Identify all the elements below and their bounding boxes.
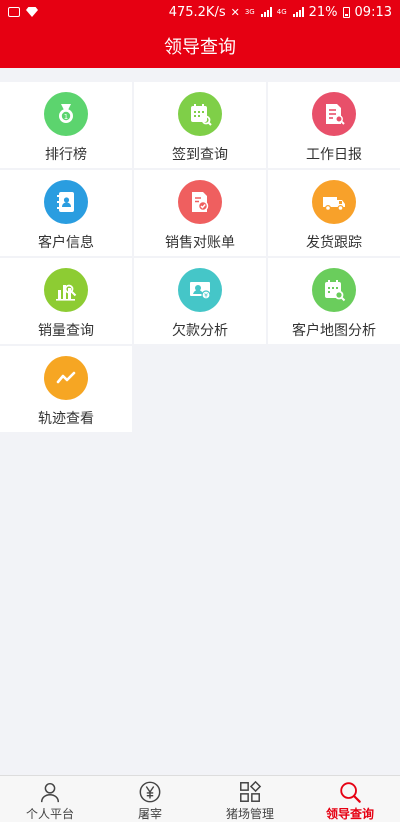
contacts-book-icon — [44, 180, 88, 224]
status-bar: 475.2K/s ✕ 3G 4G 21% 09:13 — [0, 0, 400, 24]
menu-label: 客户信息 — [38, 235, 94, 251]
menu-item-checkin-query[interactable]: 签到查询 — [134, 82, 266, 168]
tab-leader-query[interactable]: 领导查询 — [300, 776, 400, 822]
menu-item-debt-analysis[interactable]: ¥ 欠款分析 — [134, 258, 266, 344]
menu-label: 销量查询 — [38, 323, 94, 339]
report-icon — [312, 92, 356, 136]
page-title: 领导查询 — [164, 37, 236, 58]
title-bar: 领导查询 — [0, 24, 400, 68]
menu-label: 欠款分析 — [172, 323, 228, 339]
clock: 09:13 — [354, 4, 392, 20]
menu-label: 客户地图分析 — [292, 323, 376, 339]
menu-item-daily-report[interactable]: 工作日报 — [268, 82, 400, 168]
tab-label: 领导查询 — [325, 807, 374, 821]
menu-label: 轨迹查看 — [38, 411, 94, 427]
tab-pig-farm-management[interactable]: 猪场管理 — [200, 776, 300, 822]
sales-chart-icon — [44, 268, 88, 312]
menu-label: 发货跟踪 — [306, 235, 362, 251]
menu-label: 签到查询 — [172, 147, 228, 163]
battery-icon — [342, 6, 350, 18]
menu-item-customer-info[interactable]: 客户信息 — [0, 170, 132, 256]
menu-item-sales-volume[interactable]: 销量查询 — [0, 258, 132, 344]
calendar-search-icon — [178, 92, 222, 136]
tab-slaughter[interactable]: 屠宰 — [100, 776, 200, 822]
medal-icon: 1 — [44, 92, 88, 136]
menu-item-sales-statement[interactable]: 销售对账单 — [134, 170, 266, 256]
map-analysis-icon — [312, 268, 356, 312]
battery-percent: 21% — [308, 4, 338, 20]
menu-label: 排行榜 — [45, 147, 87, 163]
yen-icon — [139, 781, 161, 803]
truck-icon — [312, 180, 356, 224]
trend-icon — [44, 356, 88, 400]
tab-label: 屠宰 — [137, 807, 162, 821]
image-notification-icon — [8, 7, 20, 17]
person-icon — [40, 782, 60, 803]
search-icon — [340, 782, 361, 803]
bottom-tab-bar: 个人平台 屠宰 猪场管理 领导查询 — [0, 775, 400, 822]
menu-item-customer-map-analysis[interactable]: 客户地图分析 — [268, 258, 400, 344]
tab-personal-platform[interactable]: 个人平台 — [0, 776, 100, 822]
menu-label: 销售对账单 — [165, 235, 235, 251]
apps-icon — [240, 780, 262, 802]
signal-1-icon — [260, 7, 272, 17]
network-speed: 475.2K/s — [168, 4, 226, 20]
menu-item-shipment-tracking[interactable]: 发货跟踪 — [268, 170, 400, 256]
statement-icon — [178, 180, 222, 224]
tab-label: 猪场管理 — [225, 807, 274, 821]
signal-1-label: 3G — [244, 7, 255, 16]
mute-icon: ✕ — [230, 5, 240, 19]
menu-item-track-view[interactable]: 轨迹查看 — [0, 346, 132, 432]
signal-2-icon — [292, 7, 304, 17]
svg-text:¥: ¥ — [204, 293, 208, 300]
menu-label: 工作日报 — [306, 147, 362, 163]
menu-item-ranking[interactable]: 1 排行榜 — [0, 82, 132, 168]
tab-label: 个人平台 — [25, 807, 74, 821]
signal-2-label: 4G — [276, 7, 287, 16]
svg-text:1: 1 — [64, 113, 68, 121]
wifi-icon — [26, 7, 38, 17]
debt-analysis-icon: ¥ — [178, 268, 222, 312]
